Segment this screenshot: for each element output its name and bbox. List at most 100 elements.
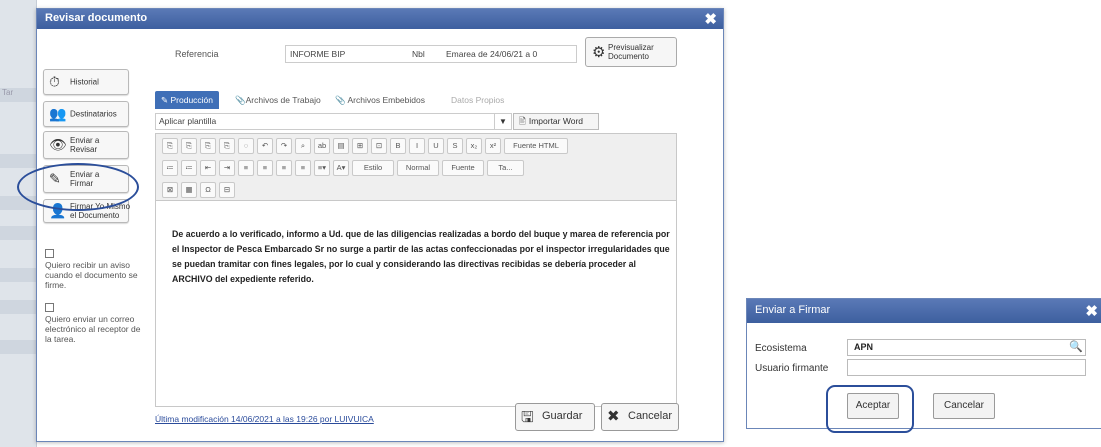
cancel-label: Cancelar <box>628 410 673 422</box>
toolbar-button[interactable]: ≡ <box>257 160 273 176</box>
toolbar-button[interactable]: Ω <box>200 182 216 198</box>
sidebar-button-label: Historial <box>70 77 99 87</box>
tab-archivos-trabajo[interactable]: 📎Archivos de Trabajo <box>235 91 321 109</box>
preview-document-label: Previsualizar Documento <box>608 43 654 61</box>
ecosystem-value: APN <box>854 342 874 352</box>
search-icon[interactable]: 🔍 <box>1069 340 1083 353</box>
sidebar-button-2[interactable]: 👁 Enviar a Revisar <box>43 131 129 159</box>
send-email-label: Quiero enviar un correo electrónico al r… <box>45 314 141 344</box>
toolbar-button[interactable]: ⌕ <box>295 138 311 154</box>
reference-label: Referencia <box>175 49 219 59</box>
dialog-titlebar: Revisar documento ✖ <box>37 9 723 29</box>
toolbar-button[interactable]: ⎘ <box>219 138 235 154</box>
toolbar-button[interactable]: ▤ <box>333 138 349 154</box>
toolbar-button[interactable]: ↷ <box>276 138 292 154</box>
tab-datos-propios-label: Datos Propios <box>451 95 505 105</box>
ecosystem-field[interactable]: APN 🔍 <box>847 339 1086 356</box>
toolbar-button[interactable]: ab <box>314 138 330 154</box>
users-icon: 👥 <box>49 105 67 122</box>
toolbar-button[interactable]: ▦ <box>181 182 197 198</box>
toolbar-button[interactable]: ⎘ <box>200 138 216 154</box>
toolbar-button[interactable]: x₂ <box>466 138 482 154</box>
import-word-label: Importar Word <box>528 116 584 126</box>
notify-signed-label: Quiero recibir un aviso cuando el docume… <box>45 260 138 290</box>
template-select[interactable]: Aplicar plantilla ▼ <box>155 113 512 130</box>
toolbar-button[interactable]: ◌ <box>238 138 254 154</box>
sign-dialog-title: Enviar a Firmar <box>755 304 831 316</box>
toolbar-button[interactable]: ⇥ <box>219 160 235 176</box>
background-row <box>0 154 36 168</box>
history-icon: ⏱ <box>49 73 60 90</box>
toolbar-button[interactable]: Estilo <box>352 160 394 176</box>
toolbar-button[interactable]: Fuente HTML <box>504 138 568 154</box>
background-row <box>0 226 36 240</box>
sidebar-button-label: Enviar a Revisar <box>70 136 100 154</box>
toolbar-button[interactable]: I <box>409 138 425 154</box>
close-icon[interactable]: ✖ <box>704 10 717 28</box>
toolbar-button[interactable]: ⊟ <box>219 182 235 198</box>
toolbar-button[interactable]: Ta... <box>487 160 524 176</box>
tab-archivos-trabajo-label: Archivos de Trabajo <box>245 95 321 105</box>
reference-part-2: Nbl <box>412 49 425 59</box>
background-app-strip: Tar <box>0 0 37 447</box>
highlight-rect-annotation <box>826 385 914 433</box>
send-email-checkbox-block[interactable]: Quiero enviar un correo electrónico al r… <box>45 303 143 344</box>
toolbar-button[interactable]: Normal <box>397 160 439 176</box>
notify-signed-checkbox-block[interactable]: Quiero recibir un aviso cuando el docume… <box>45 249 143 290</box>
toolbar-button[interactable]: ⊠ <box>162 182 178 198</box>
reference-part-3: Emarea de 24/06/21 a 0 <box>446 49 538 59</box>
toolbar-button[interactable]: ≡ <box>276 160 292 176</box>
reference-field[interactable]: INFORME BIP Nbl Emarea de 24/06/21 a 0 <box>285 45 577 63</box>
toolbar-button[interactable]: ≡▾ <box>314 160 330 176</box>
paperclip-icon: 📎 <box>335 95 348 105</box>
toolbar-button[interactable]: ⊞ <box>352 138 368 154</box>
paperclip-icon: 📎 <box>235 95 246 105</box>
send-email-checkbox[interactable] <box>45 303 54 312</box>
toolbar-button[interactable]: B <box>390 138 406 154</box>
background-row <box>0 300 36 314</box>
toolbar-button[interactable]: x² <box>485 138 501 154</box>
rich-text-editor[interactable]: ⎘ ⎘ ⎘ ⎘ ◌ ↶ ↷ ⌕ ab ▤ ⊞ ⊡ B I U Sx₂ x² Fuente HTML ≔ ≔ ⇤ ⇥ ≡ ≡ ≡ ≡… <box>155 133 677 407</box>
sidebar-button-0[interactable]: ⏱ Historial <box>43 69 129 95</box>
toolbar-button[interactable]: ≡ <box>295 160 311 176</box>
close-icon[interactable]: ✖ <box>1085 302 1098 320</box>
tab-archivos-embebidos[interactable]: 📎 Archivos Embebidos <box>335 91 425 109</box>
revisar-documento-dialog: Revisar documento ✖ ⏱ Historial 👥 Destinata… <box>17 8 724 442</box>
background-row <box>0 268 36 282</box>
toolbar-button[interactable]: S <box>447 138 463 154</box>
editor-toolbar: ⎘ ⎘ ⎘ ⎘ ◌ ↶ ↷ ⌕ ab ▤ ⊞ ⊡ B I U Sx₂ x² Fuente HTML ≔ ≔ ⇤ ⇥ ≡ ≡ ≡ ≡… <box>156 134 676 201</box>
toolbar-button[interactable]: U <box>428 138 444 154</box>
chevron-down-icon[interactable]: ▼ <box>494 114 511 129</box>
last-modified-link[interactable]: Última modificación 14/06/2021 a las 19:… <box>155 414 374 424</box>
ecosystem-label: Ecosistema <box>755 343 807 354</box>
toolbar-button[interactable]: ↶ <box>257 138 273 154</box>
toolbar-button[interactable]: ⊡ <box>371 138 387 154</box>
cancel-button[interactable]: Cancelar <box>933 393 995 419</box>
toolbar-button[interactable]: ≔ <box>162 160 178 176</box>
reference-part-1: INFORME BIP <box>290 49 346 59</box>
notify-signed-checkbox[interactable] <box>45 249 54 258</box>
toolbar-button[interactable]: ⇤ <box>200 160 216 176</box>
save-button[interactable]: 🖫 Guardar <box>515 403 595 431</box>
tab-produccion[interactable]: ✎ Producción <box>155 91 220 109</box>
tab-datos-propios[interactable]: Datos Propios <box>451 91 504 109</box>
highlight-oval-annotation <box>17 163 139 211</box>
toolbar-button[interactable]: ⎘ <box>162 138 178 154</box>
background-label: Tar <box>2 88 14 97</box>
sidebar-button-1[interactable]: 👥 Destinatarios <box>43 101 129 127</box>
editor-body-text[interactable]: De acuerdo a lo verificado, informo a Ud… <box>172 227 672 287</box>
template-select-label: Aplicar plantilla <box>159 116 217 126</box>
toolbar-button[interactable]: Fuente <box>442 160 484 176</box>
toolbar-button[interactable]: A▾ <box>333 160 349 176</box>
close-icon: ✖ <box>607 408 620 425</box>
toolbar-button[interactable]: ≡ <box>238 160 254 176</box>
sign-dialog-titlebar: Enviar a Firmar ✖ <box>747 299 1101 323</box>
word-icon: 🖹 <box>519 116 526 126</box>
signer-field[interactable] <box>847 359 1086 376</box>
dialog-title: Revisar documento <box>45 12 148 24</box>
preview-document-button[interactable]: ⚙ Previsualizar Documento <box>585 37 677 67</box>
toolbar-button[interactable]: ≔ <box>181 160 197 176</box>
toolbar-button[interactable]: ⎘ <box>181 138 197 154</box>
import-word-button[interactable]: 🖹 Importar Word <box>513 113 599 130</box>
cancel-button[interactable]: ✖ Cancelar <box>601 403 679 431</box>
